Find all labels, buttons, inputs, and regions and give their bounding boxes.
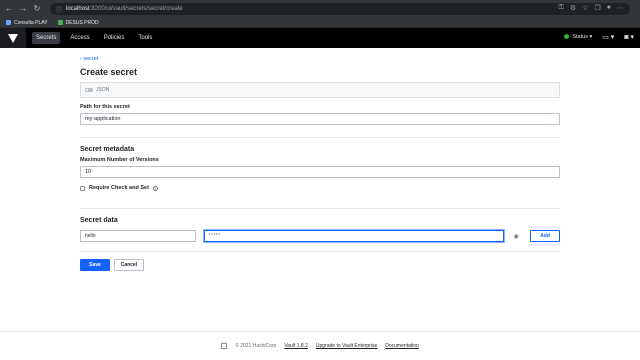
info-circle-icon: ⓘ [56, 7, 63, 14]
kv-row: hello ***** ◉ Add [80, 230, 560, 242]
cas-label: Require Check and Set [89, 185, 149, 191]
reload-icon[interactable]: ↻ [32, 4, 42, 14]
console-icon[interactable]: ▭ ▾ [602, 33, 614, 41]
cas-row: Require Check and Set i [80, 185, 560, 191]
secret-data-section: Secret data hello ***** ◉ Add Save Cance… [80, 208, 560, 271]
header-right: Status ▾ ▭ ▾ ◙ ▾ [564, 33, 634, 41]
bookmark-favicon-icon [57, 20, 63, 25]
max-versions-label: Maximum Number of Versions [80, 157, 159, 163]
nav-secrets[interactable]: Secrets [32, 32, 61, 44]
path-label: Path for this secret [80, 104, 130, 110]
menu-icon[interactable]: ⋯ [617, 4, 624, 12]
bookmark-label: Consulta PLAY [14, 19, 48, 26]
url-path: :8200/ui/vault/secrets/secret/create [89, 6, 183, 12]
breadcrumb-link[interactable]: secret [83, 56, 98, 62]
extension-icon[interactable]: ⚙ [570, 4, 576, 12]
docs-link[interactable]: Documentation [385, 343, 419, 349]
info-icon[interactable]: i [152, 185, 158, 191]
user-icon[interactable]: ◙ ▾ [624, 33, 634, 41]
key-icon[interactable]: ⚿ [559, 4, 564, 12]
json-toggle-label: JSON [96, 87, 110, 93]
divider [80, 251, 560, 252]
upgrade-link[interactable]: Upgrade to Vault Enterprise [316, 343, 377, 349]
save-button[interactable]: Save [80, 259, 110, 271]
version-link[interactable]: Vault 1.8.2 [284, 343, 308, 349]
star-icon[interactable]: ☆ [582, 4, 588, 12]
path-input[interactable]: my-application [80, 113, 560, 125]
status-dot-icon [564, 34, 570, 40]
json-toggle[interactable] [85, 88, 93, 92]
address-bar-actions: ⚿ ⚙ ☆ ❐ ● ⋯ [559, 4, 624, 12]
nav-access[interactable]: Access [66, 32, 93, 44]
status-menu[interactable]: Status ▾ [564, 34, 592, 40]
vault-header: Secrets Access Policies Tools Status ▾ ▭… [0, 28, 640, 48]
eye-icon[interactable]: ◉ [510, 230, 522, 242]
bookmark-desus-prod[interactable]: DESUS PROD [57, 19, 99, 26]
secret-key-input[interactable]: hello [80, 230, 196, 242]
footer: © 2021 HashiCorp Vault 1.8.2 Upgrade to … [0, 331, 640, 360]
nav-policies[interactable]: Policies [100, 32, 129, 44]
bookmark-label: DESUS PROD [65, 19, 99, 26]
bookmarks-bar: Consulta PLAY DESUS PROD [0, 18, 640, 28]
max-versions-input[interactable]: 10 [80, 166, 560, 178]
secret-data-title: Secret data [80, 217, 118, 224]
vault-logo-icon[interactable] [0, 28, 26, 48]
cancel-button[interactable]: Cancel [114, 259, 144, 271]
create-secret-form: ‹ secret Create secret JSON Path for thi… [80, 56, 560, 191]
nav-tools[interactable]: Tools [134, 32, 156, 44]
json-toggle-row: JSON [80, 82, 560, 98]
back-icon[interactable]: ← [4, 4, 14, 14]
bookmark-consulta-play[interactable]: Consulta PLAY [6, 20, 48, 26]
address-bar[interactable]: ⓘ localhost :8200/ui/vault/secrets/secre… [50, 3, 630, 15]
hashicorp-logo-icon [221, 343, 228, 349]
browser-toolbar: ← → ↻ ⓘ localhost :8200/ui/vault/secrets… [0, 0, 640, 18]
add-button[interactable]: Add [530, 230, 560, 242]
url-host: localhost [66, 6, 90, 12]
copyright: © 2021 HashiCorp [235, 343, 277, 349]
cas-checkbox[interactable] [80, 185, 85, 191]
bookmark-favicon-icon [6, 20, 11, 25]
breadcrumb[interactable]: ‹ secret [80, 56, 560, 62]
page-title: Create secret [80, 67, 138, 77]
metadata-title: Secret metadata [80, 137, 560, 153]
forward-icon[interactable]: → [18, 4, 28, 14]
form-actions: Save Cancel [80, 259, 560, 271]
status-label: Status [572, 34, 588, 40]
collections-icon[interactable]: ❐ [594, 4, 600, 12]
profile-icon[interactable]: ● [607, 4, 611, 12]
secret-value-input[interactable]: ***** [203, 230, 505, 242]
